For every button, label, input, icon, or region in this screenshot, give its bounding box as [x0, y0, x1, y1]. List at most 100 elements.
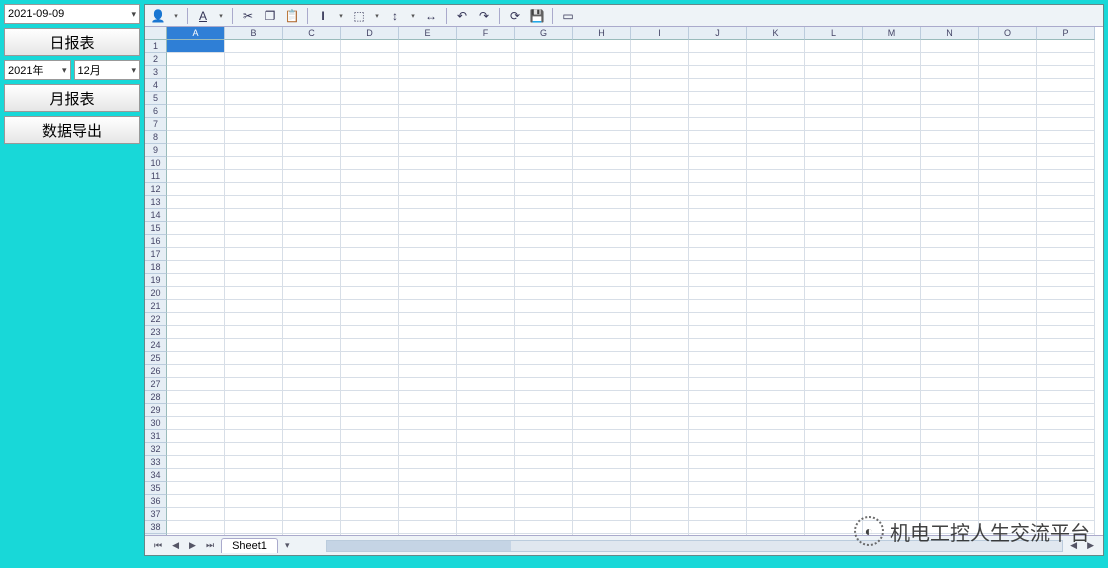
- person-icon[interactable]: 👤: [149, 7, 167, 25]
- cell[interactable]: [631, 248, 689, 261]
- cell[interactable]: [1037, 170, 1095, 183]
- cell[interactable]: [747, 378, 805, 391]
- cell[interactable]: [631, 209, 689, 222]
- cell[interactable]: [515, 248, 573, 261]
- cell[interactable]: [979, 144, 1037, 157]
- cell[interactable]: [979, 118, 1037, 131]
- cell[interactable]: [805, 170, 863, 183]
- cell[interactable]: [1037, 92, 1095, 105]
- cell[interactable]: [805, 157, 863, 170]
- cell[interactable]: [689, 53, 747, 66]
- row-height-icon[interactable]: ↕: [386, 7, 404, 25]
- cell[interactable]: [805, 222, 863, 235]
- cell[interactable]: [399, 131, 457, 144]
- cell[interactable]: [341, 339, 399, 352]
- scroll-left-icon[interactable]: ◀: [1067, 540, 1080, 551]
- cell[interactable]: [805, 144, 863, 157]
- cell[interactable]: [515, 222, 573, 235]
- cell[interactable]: [457, 105, 515, 118]
- cell[interactable]: [399, 105, 457, 118]
- cell[interactable]: [747, 183, 805, 196]
- cell[interactable]: [1037, 326, 1095, 339]
- cell[interactable]: [167, 482, 225, 495]
- cell[interactable]: [515, 287, 573, 300]
- dropdown-arrow-icon[interactable]: ▾: [408, 12, 418, 20]
- cell[interactable]: [805, 261, 863, 274]
- cell[interactable]: [863, 495, 921, 508]
- cell[interactable]: [689, 105, 747, 118]
- cell[interactable]: [573, 339, 631, 352]
- cell[interactable]: [1037, 287, 1095, 300]
- cell[interactable]: [1037, 144, 1095, 157]
- month-picker[interactable]: 12月 ▾: [74, 60, 141, 80]
- cell[interactable]: [573, 300, 631, 313]
- column-header[interactable]: A: [167, 27, 225, 40]
- cell[interactable]: [631, 521, 689, 534]
- cell[interactable]: [341, 443, 399, 456]
- cell[interactable]: [399, 196, 457, 209]
- cell[interactable]: [399, 495, 457, 508]
- redo-icon[interactable]: ↷: [475, 7, 493, 25]
- cell[interactable]: [1037, 235, 1095, 248]
- cell[interactable]: [341, 378, 399, 391]
- cell[interactable]: [225, 352, 283, 365]
- cell[interactable]: [689, 508, 747, 521]
- cell[interactable]: [515, 300, 573, 313]
- cell[interactable]: [457, 417, 515, 430]
- cell[interactable]: [457, 326, 515, 339]
- cell[interactable]: [225, 339, 283, 352]
- cell[interactable]: [805, 196, 863, 209]
- cell[interactable]: [979, 326, 1037, 339]
- cell[interactable]: [457, 92, 515, 105]
- cell[interactable]: [341, 352, 399, 365]
- cell[interactable]: [399, 469, 457, 482]
- cell[interactable]: [573, 482, 631, 495]
- cell[interactable]: [979, 248, 1037, 261]
- cell[interactable]: [167, 274, 225, 287]
- cell[interactable]: [1037, 131, 1095, 144]
- cell[interactable]: [399, 222, 457, 235]
- cell[interactable]: [921, 79, 979, 92]
- cell[interactable]: [979, 391, 1037, 404]
- cell[interactable]: [515, 196, 573, 209]
- cell[interactable]: [1037, 222, 1095, 235]
- cell[interactable]: [689, 66, 747, 79]
- cell[interactable]: [573, 92, 631, 105]
- cell[interactable]: [1037, 300, 1095, 313]
- dropdown-arrow-icon[interactable]: ▾: [336, 12, 346, 20]
- cell[interactable]: [341, 365, 399, 378]
- cell[interactable]: [457, 508, 515, 521]
- cell[interactable]: [341, 300, 399, 313]
- cell[interactable]: [689, 235, 747, 248]
- cell[interactable]: [225, 417, 283, 430]
- row-header[interactable]: 22: [145, 313, 167, 326]
- cell[interactable]: [515, 534, 573, 535]
- cell[interactable]: [979, 482, 1037, 495]
- cell[interactable]: [979, 40, 1037, 53]
- cell[interactable]: [283, 53, 341, 66]
- cell[interactable]: [167, 235, 225, 248]
- cell[interactable]: [399, 326, 457, 339]
- cell[interactable]: [747, 209, 805, 222]
- row-header[interactable]: 10: [145, 157, 167, 170]
- cell[interactable]: [1037, 365, 1095, 378]
- cell[interactable]: [457, 40, 515, 53]
- cell[interactable]: [747, 443, 805, 456]
- cell[interactable]: [863, 430, 921, 443]
- cell[interactable]: [283, 365, 341, 378]
- cell[interactable]: [399, 118, 457, 131]
- cell[interactable]: [1037, 443, 1095, 456]
- row-header[interactable]: 32: [145, 443, 167, 456]
- cell[interactable]: [341, 417, 399, 430]
- cell[interactable]: [979, 313, 1037, 326]
- cell[interactable]: [689, 274, 747, 287]
- cell[interactable]: [979, 339, 1037, 352]
- cell[interactable]: [747, 79, 805, 92]
- cell[interactable]: [225, 79, 283, 92]
- row-header[interactable]: 16: [145, 235, 167, 248]
- row-header[interactable]: 4: [145, 79, 167, 92]
- cell[interactable]: [515, 521, 573, 534]
- cell[interactable]: [283, 326, 341, 339]
- cell[interactable]: [341, 157, 399, 170]
- cell[interactable]: [457, 300, 515, 313]
